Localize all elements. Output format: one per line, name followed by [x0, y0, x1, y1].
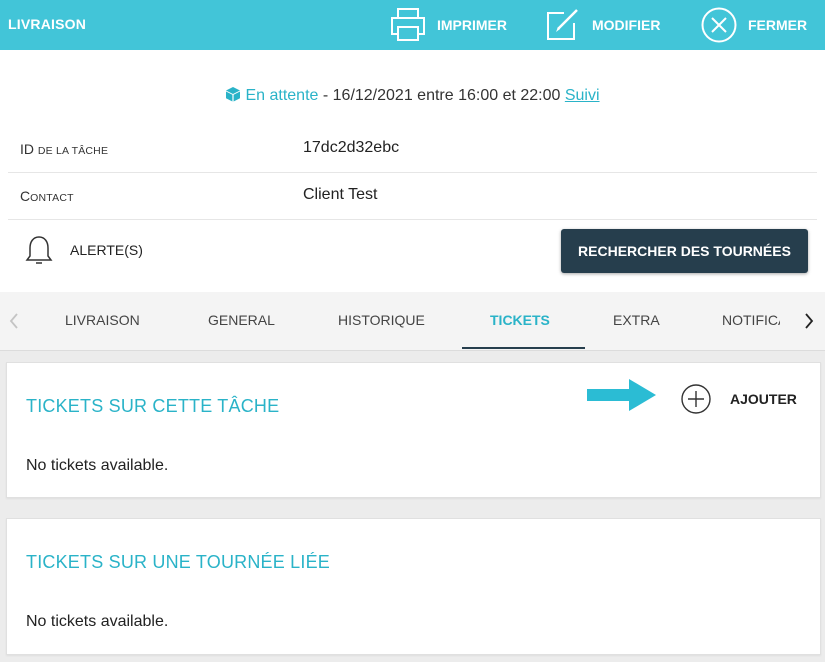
tickets-route-empty: No tickets available.	[26, 613, 169, 630]
tickets-task-card: TICKETS SUR CETTE TÂCHE AJOUTER No ticke…	[6, 362, 821, 498]
task-id-row: ID DE LA TÂCHE 17dc2d32ebc	[8, 126, 817, 173]
tab-historique[interactable]: HISTORIQUE	[338, 312, 425, 328]
task-id-value: 17dc2d32ebc	[303, 139, 400, 156]
print-label: IMPRIMER	[437, 17, 507, 33]
alerts-row: ALERTE(S) RECHERCHER DES TOURNÉES	[8, 226, 817, 282]
cube-icon	[226, 87, 241, 102]
tab-bar: LIVRAISON GENERAL HISTORIQUE TICKETS EXT…	[0, 292, 825, 351]
active-tab-indicator	[462, 347, 585, 349]
tab-tickets[interactable]: TICKETS	[490, 312, 550, 328]
add-ticket-button[interactable]: AJOUTER	[680, 383, 797, 415]
status-separator: -	[318, 87, 333, 104]
tickets-task-title: TICKETS SUR CETTE TÂCHE	[26, 396, 280, 416]
tab-notifications[interactable]: NOTIFICATIONS	[722, 312, 780, 328]
search-routes-button[interactable]: RECHERCHER DES TOURNÉES	[561, 229, 808, 273]
tickets-route-title: TICKETS SUR UNE TOURNÉE LIÉE	[26, 552, 330, 572]
top-bar: LIVRAISON IMPRIMER MODIFIER FERMER	[0, 0, 825, 50]
contact-row: CONTACT Client Test	[8, 173, 817, 220]
tickets-task-empty: No tickets available.	[26, 457, 169, 474]
print-button[interactable]: IMPRIMER	[389, 0, 507, 50]
close-icon	[701, 7, 737, 43]
add-ticket-label: AJOUTER	[730, 391, 797, 407]
edit-label: MODIFIER	[592, 17, 661, 33]
status-line: En attente - 16/12/2021 entre 16:00 et 2…	[0, 86, 825, 105]
chevron-right-icon[interactable]	[803, 312, 815, 330]
bell-icon[interactable]	[24, 234, 54, 268]
page-title: LIVRAISON	[8, 16, 87, 32]
edit-button[interactable]: MODIFIER	[544, 0, 660, 50]
printer-icon	[391, 8, 425, 41]
tab-extra[interactable]: EXTRA	[613, 312, 660, 328]
follow-link[interactable]: Suivi	[565, 87, 600, 104]
close-label: FERMER	[748, 17, 808, 33]
contact-label: CONTACT	[20, 188, 74, 204]
chevron-left-icon[interactable]	[8, 312, 20, 330]
close-button[interactable]: FERMER	[700, 0, 807, 50]
plus-circle-icon	[681, 384, 711, 414]
task-details: En attente - 16/12/2021 entre 16:00 et 2…	[0, 50, 825, 292]
contact-value: Client Test	[303, 186, 378, 203]
status-text: En attente	[245, 87, 319, 104]
tab-livraison[interactable]: LIVRAISON	[65, 312, 140, 328]
tab-general[interactable]: GENERAL	[208, 312, 275, 328]
tickets-route-card: TICKETS SUR UNE TOURNÉE LIÉE No tickets …	[6, 518, 821, 655]
alerts-label: ALERTE(S)	[70, 242, 143, 258]
delivery-window: 16/12/2021 entre 16:00 et 22:00	[332, 87, 561, 104]
task-id-label: ID DE LA TÂCHE	[20, 141, 109, 157]
arrow-right-icon	[587, 379, 656, 411]
edit-icon	[547, 9, 578, 40]
